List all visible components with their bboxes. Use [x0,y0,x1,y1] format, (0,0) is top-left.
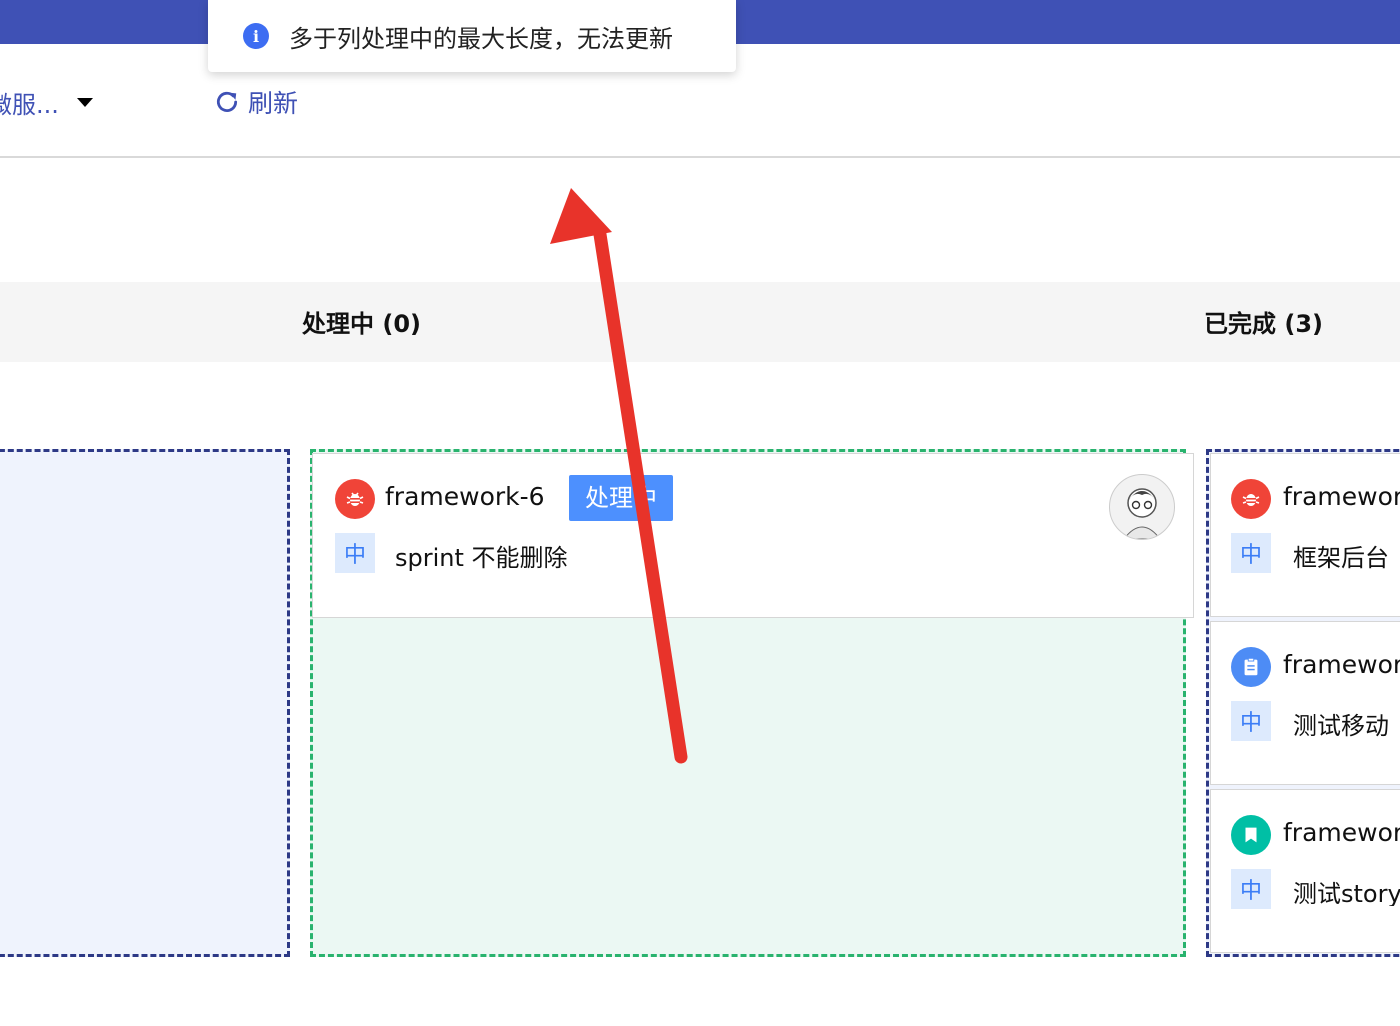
issue-key: framework [1283,482,1400,511]
issue-card[interactable]: framework 中 框架后台 [1210,453,1400,617]
service-select[interactable]: 微服... [0,84,93,120]
column-title-in-progress: 处理中 (0) [302,310,421,338]
refresh-icon [216,91,238,112]
toast-text: 多于列处理中的最大长度，无法更新 [289,24,673,53]
bug-icon [335,479,375,519]
refresh-button[interactable]: 刷新 [214,82,298,122]
issue-summary: 测试移动 [1293,712,1389,738]
issue-key: framework-6 [385,482,545,511]
issue-card[interactable]: framework-6 处理中 中 sprint 不能删除 [312,453,1194,618]
column-dropzone-todo[interactable] [0,449,290,957]
priority-badge: 中 [1231,701,1271,741]
refresh-label: 刷新 [248,89,299,118]
issue-summary: 测试story [1293,880,1400,906]
issue-card[interactable]: framework 中 测试story [1210,789,1400,953]
priority-badge: 中 [1231,533,1271,573]
bug-icon [1231,479,1271,519]
priority-badge: 中 [1231,869,1271,909]
issue-summary: sprint 不能删除 [395,544,568,572]
task-icon [1231,647,1271,687]
issue-card[interactable]: framework 中 测试移动 [1210,621,1400,785]
info-icon: i [243,23,269,49]
column-title-done: 已完成 (3) [1204,310,1323,338]
service-select-label: 微服... [0,90,59,119]
column-header-bar: 处理中 (0) 已完成 (3) [0,282,1400,362]
story-icon [1231,815,1271,855]
status-tag: 处理中 [569,475,673,521]
issue-key: framework [1283,650,1400,679]
avatar[interactable] [1109,474,1175,540]
priority-badge: 中 [335,533,375,573]
issue-summary: 框架后台 [1293,544,1389,570]
caret-down-icon [76,97,93,107]
issue-key: framework [1283,818,1400,847]
toast-message: i 多于列处理中的最大长度，无法更新 [208,0,736,72]
